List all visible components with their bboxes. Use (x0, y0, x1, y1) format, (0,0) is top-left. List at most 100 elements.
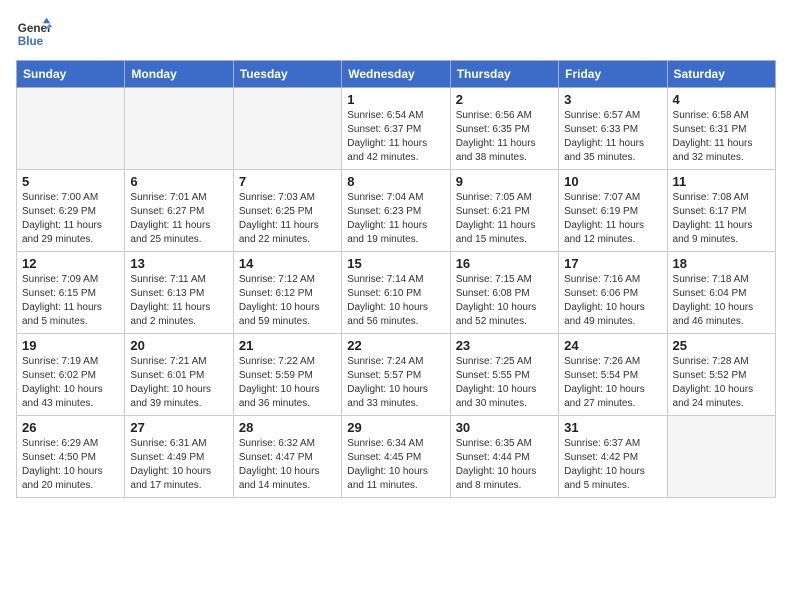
calendar-cell: 7 Sunrise: 7:03 AMSunset: 6:25 PMDaylight… (233, 170, 341, 252)
calendar-cell: 4 Sunrise: 6:58 AMSunset: 6:31 PMDaylight… (667, 88, 775, 170)
day-number: 26 (22, 420, 119, 435)
calendar-cell: 25 Sunrise: 7:28 AMSunset: 5:52 PMDayligh… (667, 334, 775, 416)
calendar-cell: 13 Sunrise: 7:11 AMSunset: 6:13 PMDayligh… (125, 252, 233, 334)
day-info: Sunrise: 7:05 AMSunset: 6:21 PMDaylight:… (456, 191, 553, 247)
day-number: 11 (673, 174, 770, 189)
day-number: 1 (347, 92, 444, 107)
day-info: Sunrise: 7:14 AMSunset: 6:10 PMDaylight:… (347, 273, 444, 329)
calendar-week-2: 5 Sunrise: 7:00 AMSunset: 6:29 PMDaylight… (17, 170, 776, 252)
day-info: Sunrise: 6:58 AMSunset: 6:31 PMDaylight:… (673, 109, 770, 165)
day-info: Sunrise: 7:21 AMSunset: 6:01 PMDaylight:… (130, 355, 227, 411)
calendar-cell (17, 88, 125, 170)
calendar-week-1: 1 Sunrise: 6:54 AMSunset: 6:37 PMDaylight… (17, 88, 776, 170)
day-info: Sunrise: 7:24 AMSunset: 5:57 PMDaylight:… (347, 355, 444, 411)
svg-text:Blue: Blue (18, 35, 44, 48)
day-number: 21 (239, 338, 336, 353)
svg-text:General: General (18, 22, 52, 35)
day-number: 3 (564, 92, 661, 107)
day-number: 5 (22, 174, 119, 189)
calendar-cell: 14 Sunrise: 7:12 AMSunset: 6:12 PMDayligh… (233, 252, 341, 334)
day-number: 25 (673, 338, 770, 353)
day-info: Sunrise: 7:28 AMSunset: 5:52 PMDaylight:… (673, 355, 770, 411)
calendar-cell: 24Sunrise: 7:26 AMSunset: 5:54 PMDayligh… (559, 334, 667, 416)
day-number: 18 (673, 256, 770, 271)
calendar-cell: 19 Sunrise: 7:19 AMSunset: 6:02 PMDayligh… (17, 334, 125, 416)
day-number: 16 (456, 256, 553, 271)
calendar-cell: 23Sunrise: 7:25 AMSunset: 5:55 PMDayligh… (450, 334, 558, 416)
day-info: Sunrise: 7:18 AMSunset: 6:04 PMDaylight:… (673, 273, 770, 329)
calendar-cell: 29Sunrise: 6:34 AMSunset: 4:45 PMDayligh… (342, 416, 450, 498)
header: General Blue (16, 16, 776, 52)
day-info: Sunrise: 7:12 AMSunset: 6:12 PMDaylight:… (239, 273, 336, 329)
day-number: 4 (673, 92, 770, 107)
calendar-table: SundayMondayTuesdayWednesdayThursdayFrid… (16, 60, 776, 498)
day-number: 14 (239, 256, 336, 271)
day-number: 22 (347, 338, 444, 353)
calendar-cell: 28Sunrise: 6:32 AMSunset: 4:47 PMDayligh… (233, 416, 341, 498)
calendar-cell: 6 Sunrise: 7:01 AMSunset: 6:27 PMDaylight… (125, 170, 233, 252)
weekday-header-wednesday: Wednesday (342, 61, 450, 88)
day-info: Sunrise: 6:31 AMSunset: 4:49 PMDaylight:… (130, 437, 227, 493)
weekday-header-thursday: Thursday (450, 61, 558, 88)
day-number: 24 (564, 338, 661, 353)
day-info: Sunrise: 7:03 AMSunset: 6:25 PMDaylight:… (239, 191, 336, 247)
day-number: 30 (456, 420, 553, 435)
calendar-cell: 12 Sunrise: 7:09 AMSunset: 6:15 PMDayligh… (17, 252, 125, 334)
day-number: 20 (130, 338, 227, 353)
day-info: Sunrise: 7:16 AMSunset: 6:06 PMDaylight:… (564, 273, 661, 329)
calendar-week-4: 19 Sunrise: 7:19 AMSunset: 6:02 PMDayligh… (17, 334, 776, 416)
day-number: 7 (239, 174, 336, 189)
day-info: Sunrise: 7:11 AMSunset: 6:13 PMDaylight:… (130, 273, 227, 329)
day-number: 17 (564, 256, 661, 271)
calendar-cell: 1 Sunrise: 6:54 AMSunset: 6:37 PMDaylight… (342, 88, 450, 170)
calendar-week-5: 26Sunrise: 6:29 AMSunset: 4:50 PMDayligh… (17, 416, 776, 498)
day-info: Sunrise: 6:56 AMSunset: 6:35 PMDaylight:… (456, 109, 553, 165)
weekday-header-tuesday: Tuesday (233, 61, 341, 88)
day-info: Sunrise: 6:54 AMSunset: 6:37 PMDaylight:… (347, 109, 444, 165)
day-number: 2 (456, 92, 553, 107)
day-info: Sunrise: 6:32 AMSunset: 4:47 PMDaylight:… (239, 437, 336, 493)
calendar-cell: 20 Sunrise: 7:21 AMSunset: 6:01 PMDayligh… (125, 334, 233, 416)
calendar-cell: 22 Sunrise: 7:24 AMSunset: 5:57 PMDayligh… (342, 334, 450, 416)
day-info: Sunrise: 7:01 AMSunset: 6:27 PMDaylight:… (130, 191, 227, 247)
day-number: 10 (564, 174, 661, 189)
day-number: 8 (347, 174, 444, 189)
calendar-cell: 10 Sunrise: 7:07 AMSunset: 6:19 PMDayligh… (559, 170, 667, 252)
calendar-cell: 11Sunrise: 7:08 AMSunset: 6:17 PMDayligh… (667, 170, 775, 252)
day-number: 13 (130, 256, 227, 271)
day-info: Sunrise: 7:00 AMSunset: 6:29 PMDaylight:… (22, 191, 119, 247)
day-number: 12 (22, 256, 119, 271)
weekday-header-saturday: Saturday (667, 61, 775, 88)
day-number: 6 (130, 174, 227, 189)
calendar-cell: 16Sunrise: 7:15 AMSunset: 6:08 PMDayligh… (450, 252, 558, 334)
day-info: Sunrise: 7:25 AMSunset: 5:55 PMDaylight:… (456, 355, 553, 411)
calendar-cell: 3Sunrise: 6:57 AMSunset: 6:33 PMDaylight… (559, 88, 667, 170)
calendar-cell: 18 Sunrise: 7:18 AMSunset: 6:04 PMDayligh… (667, 252, 775, 334)
calendar-cell: 17 Sunrise: 7:16 AMSunset: 6:06 PMDayligh… (559, 252, 667, 334)
calendar-cell: 21 Sunrise: 7:22 AMSunset: 5:59 PMDayligh… (233, 334, 341, 416)
day-info: Sunrise: 7:07 AMSunset: 6:19 PMDaylight:… (564, 191, 661, 247)
logo-icon: General Blue (16, 16, 52, 52)
day-number: 31 (564, 420, 661, 435)
weekday-header-monday: Monday (125, 61, 233, 88)
day-info: Sunrise: 7:09 AMSunset: 6:15 PMDaylight:… (22, 273, 119, 329)
day-info: Sunrise: 7:22 AMSunset: 5:59 PMDaylight:… (239, 355, 336, 411)
calendar-cell: 26Sunrise: 6:29 AMSunset: 4:50 PMDayligh… (17, 416, 125, 498)
calendar-cell: 2 Sunrise: 6:56 AMSunset: 6:35 PMDaylight… (450, 88, 558, 170)
weekday-header-friday: Friday (559, 61, 667, 88)
calendar-cell: 30 Sunrise: 6:35 AMSunset: 4:44 PMDayligh… (450, 416, 558, 498)
day-info: Sunrise: 6:34 AMSunset: 4:45 PMDaylight:… (347, 437, 444, 493)
day-number: 19 (22, 338, 119, 353)
calendar-cell: 9 Sunrise: 7:05 AMSunset: 6:21 PMDaylight… (450, 170, 558, 252)
day-number: 27 (130, 420, 227, 435)
weekday-header-row: SundayMondayTuesdayWednesdayThursdayFrid… (17, 61, 776, 88)
day-info: Sunrise: 6:35 AMSunset: 4:44 PMDaylight:… (456, 437, 553, 493)
weekday-header-sunday: Sunday (17, 61, 125, 88)
calendar-cell: 31 Sunrise: 6:37 AMSunset: 4:42 PMDayligh… (559, 416, 667, 498)
day-number: 9 (456, 174, 553, 189)
day-info: Sunrise: 6:37 AMSunset: 4:42 PMDaylight:… (564, 437, 661, 493)
logo: General Blue (16, 16, 52, 52)
day-info: Sunrise: 7:19 AMSunset: 6:02 PMDaylight:… (22, 355, 119, 411)
day-info: Sunrise: 7:04 AMSunset: 6:23 PMDaylight:… (347, 191, 444, 247)
calendar-cell (125, 88, 233, 170)
